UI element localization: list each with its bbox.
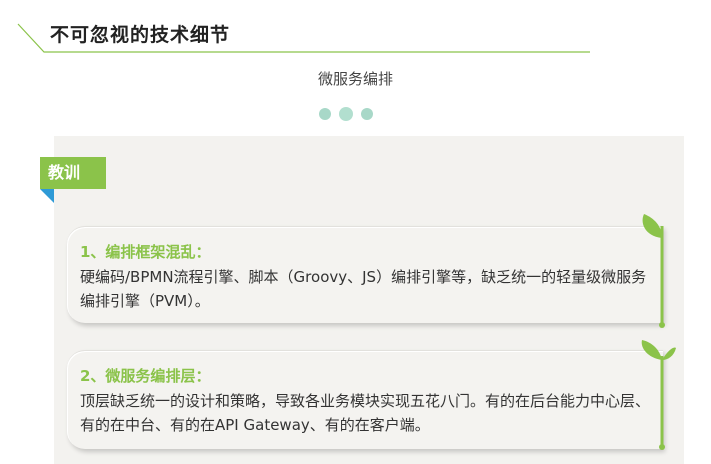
card-text: 顶层缺乏统一的设计和策略，导致各业务模块实现五花八门。有的在后台能力中心层、有的…: [80, 392, 651, 434]
card-heading: 2、微服务编排层：: [80, 367, 211, 385]
dot-icon: [361, 108, 373, 120]
lesson-card-2: 2、微服务编排层： 顶层缺乏统一的设计和策略，导致各业务模块实现五花八门。有的在…: [67, 350, 663, 449]
tag-arrow: [88, 157, 104, 189]
sprout-icon: [642, 214, 665, 328]
page-title: 不可忽视的技术细节: [50, 24, 231, 46]
section-header: 不可忽视的技术细节: [0, 0, 711, 60]
sprout-icon: [641, 340, 676, 450]
dot-icon: [319, 108, 331, 120]
tag-fold: [40, 189, 54, 203]
lesson-card-1: 1、编排框架混乱： 硬编码/BPMN流程引擎、脚本（Groovy、JS）编排引擎…: [67, 226, 663, 323]
section-subtitle: 微服务编排: [317, 70, 393, 88]
card-text: 硬编码/BPMN流程引擎、脚本（Groovy、JS）编排引擎等，缺乏统一的轻量级…: [80, 268, 647, 310]
dot-icon: [339, 107, 353, 121]
card-heading: 1、编排框架混乱：: [80, 243, 211, 261]
